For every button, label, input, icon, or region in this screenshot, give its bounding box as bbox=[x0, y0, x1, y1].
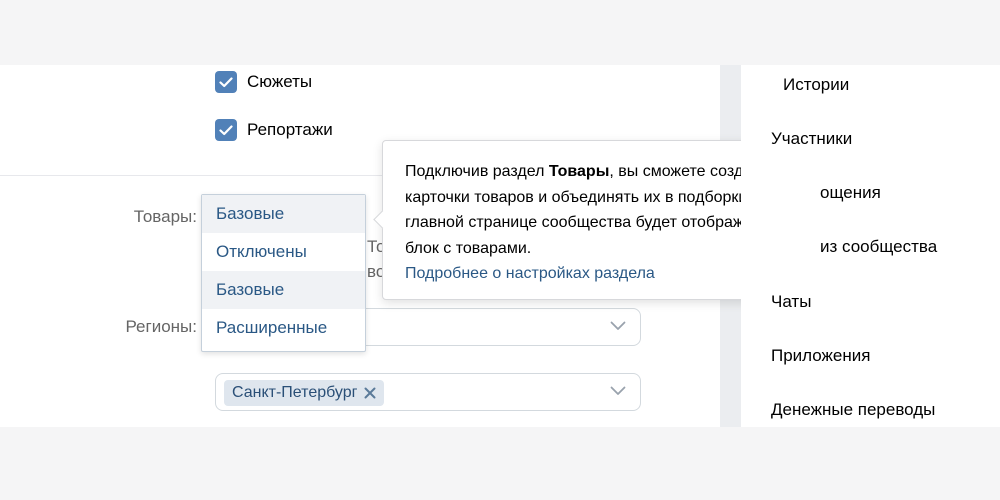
checkbox-stories[interactable] bbox=[215, 71, 237, 93]
goods-field-label: Товары: bbox=[133, 207, 197, 226]
regions-city-select[interactable]: Санкт-Петербург bbox=[215, 373, 641, 411]
checkbox-stories-label: Сюжеты bbox=[247, 72, 313, 91]
checkbox-reports-row[interactable]: Репортажи bbox=[215, 118, 333, 142]
checkbox-reports[interactable] bbox=[215, 119, 237, 141]
goods-option-extended[interactable]: Расширенные bbox=[202, 309, 365, 347]
tooltip-link[interactable]: Подробнее о настройках раздела bbox=[405, 265, 655, 282]
close-icon[interactable] bbox=[364, 387, 376, 399]
chevron-down-icon bbox=[610, 386, 626, 395]
nav-item-from-community[interactable]: из сообщества bbox=[820, 237, 937, 257]
checkbox-reports-label: Репортажи bbox=[247, 120, 333, 139]
chevron-down-icon bbox=[610, 321, 626, 330]
settings-panel: Сюжеты Репортажи Товары: То во Регионы: … bbox=[0, 65, 812, 427]
nav-item-chats[interactable]: Чаты bbox=[771, 292, 811, 312]
checkbox-check-icon bbox=[219, 124, 233, 135]
checkbox-stories-row[interactable]: Сюжеты bbox=[215, 70, 312, 94]
tooltip-text-bold: Товары bbox=[548, 163, 610, 180]
tooltip-text-before: Подключив раздел bbox=[405, 163, 549, 180]
page-frame: Сюжеты Репортажи Товары: То во Регионы: … bbox=[0, 65, 1000, 427]
goods-option-basic[interactable]: Базовые bbox=[202, 271, 365, 309]
goods-dropdown[interactable]: Базовые Отключены Базовые Расширенные bbox=[201, 194, 366, 352]
region-tag-label: Санкт-Петербург bbox=[232, 384, 358, 401]
right-navigation: Истории Участники ощения из сообщества Ч… bbox=[741, 65, 1000, 427]
regions-field-label: Регионы: bbox=[125, 317, 197, 336]
nav-item-money-transfers[interactable]: Денежные переводы bbox=[771, 400, 935, 420]
region-tag: Санкт-Петербург bbox=[224, 380, 385, 406]
tooltip-arrow bbox=[373, 210, 392, 229]
checkbox-check-icon bbox=[219, 76, 233, 87]
nav-item-members[interactable]: Участники bbox=[771, 129, 852, 149]
nav-item-stories[interactable]: Истории bbox=[783, 75, 849, 95]
goods-dropdown-current[interactable]: Базовые bbox=[202, 195, 365, 233]
goods-option-disabled[interactable]: Отключены bbox=[202, 233, 365, 271]
nav-item-apps[interactable]: Приложения bbox=[771, 346, 870, 366]
nav-item-messages[interactable]: ощения bbox=[820, 183, 881, 203]
